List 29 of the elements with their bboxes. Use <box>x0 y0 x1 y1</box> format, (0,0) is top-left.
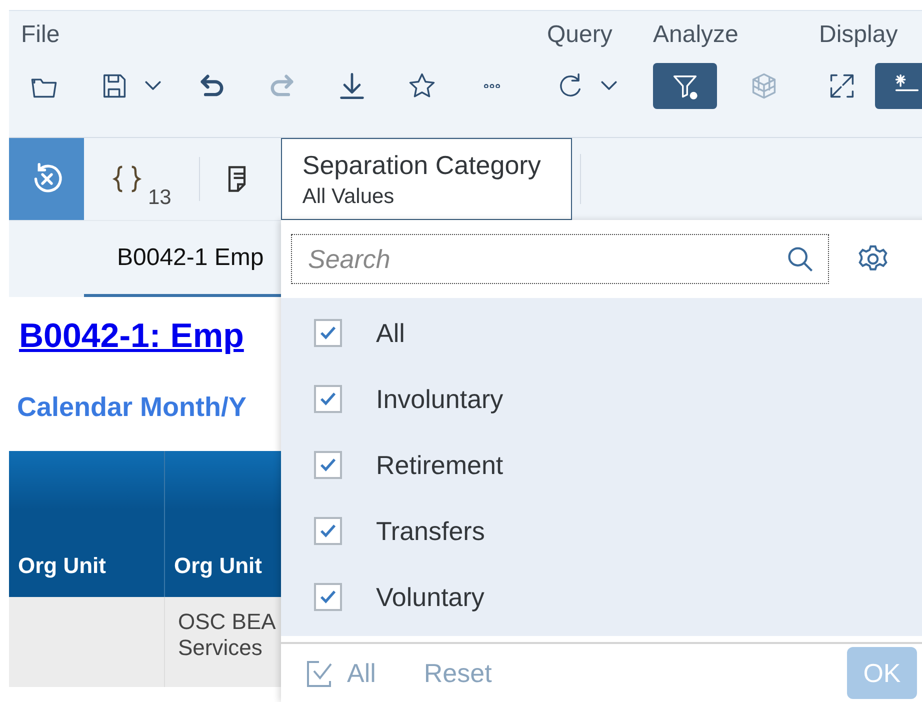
toolbar-group-label: File <box>21 21 61 50</box>
checkbox[interactable] <box>314 583 342 611</box>
option-label: Transfers <box>376 516 485 546</box>
toolbar-group-label: Analyze <box>653 21 740 50</box>
toolbar-group-label: Query <box>547 21 614 50</box>
option-label: Voluntary <box>376 582 484 612</box>
formula-count: 13 <box>148 186 172 210</box>
toolbar-button[interactable] <box>875 63 922 109</box>
option-label: All <box>376 318 405 348</box>
toolbar-button[interactable] <box>653 63 717 109</box>
checkbox[interactable] <box>314 385 342 413</box>
caret-icon <box>145 81 161 91</box>
more-icon <box>484 84 500 88</box>
download-icon <box>337 71 367 101</box>
checkbox[interactable] <box>314 319 342 347</box>
toolbar-group-label: Display <box>819 21 899 50</box>
reset-filters-button[interactable] <box>9 138 84 220</box>
option-item[interactable]: All <box>281 300 922 366</box>
search-icon[interactable] <box>785 244 815 274</box>
checkbox[interactable] <box>314 517 342 545</box>
checkbox[interactable] <box>314 451 342 479</box>
option-label: Involuntary <box>376 384 504 414</box>
option-item[interactable]: Involuntary <box>281 366 922 432</box>
report-subtitle: Calendar Month/Y <box>17 392 247 423</box>
option-label: Retirement <box>376 450 504 480</box>
report-title-link[interactable]: B0042-1: Emp <box>19 317 244 356</box>
caret-icon <box>601 81 617 91</box>
search-field[interactable]: Search <box>291 234 829 284</box>
filter-dropdown[interactable]: Separation Category All Values <box>281 138 572 220</box>
